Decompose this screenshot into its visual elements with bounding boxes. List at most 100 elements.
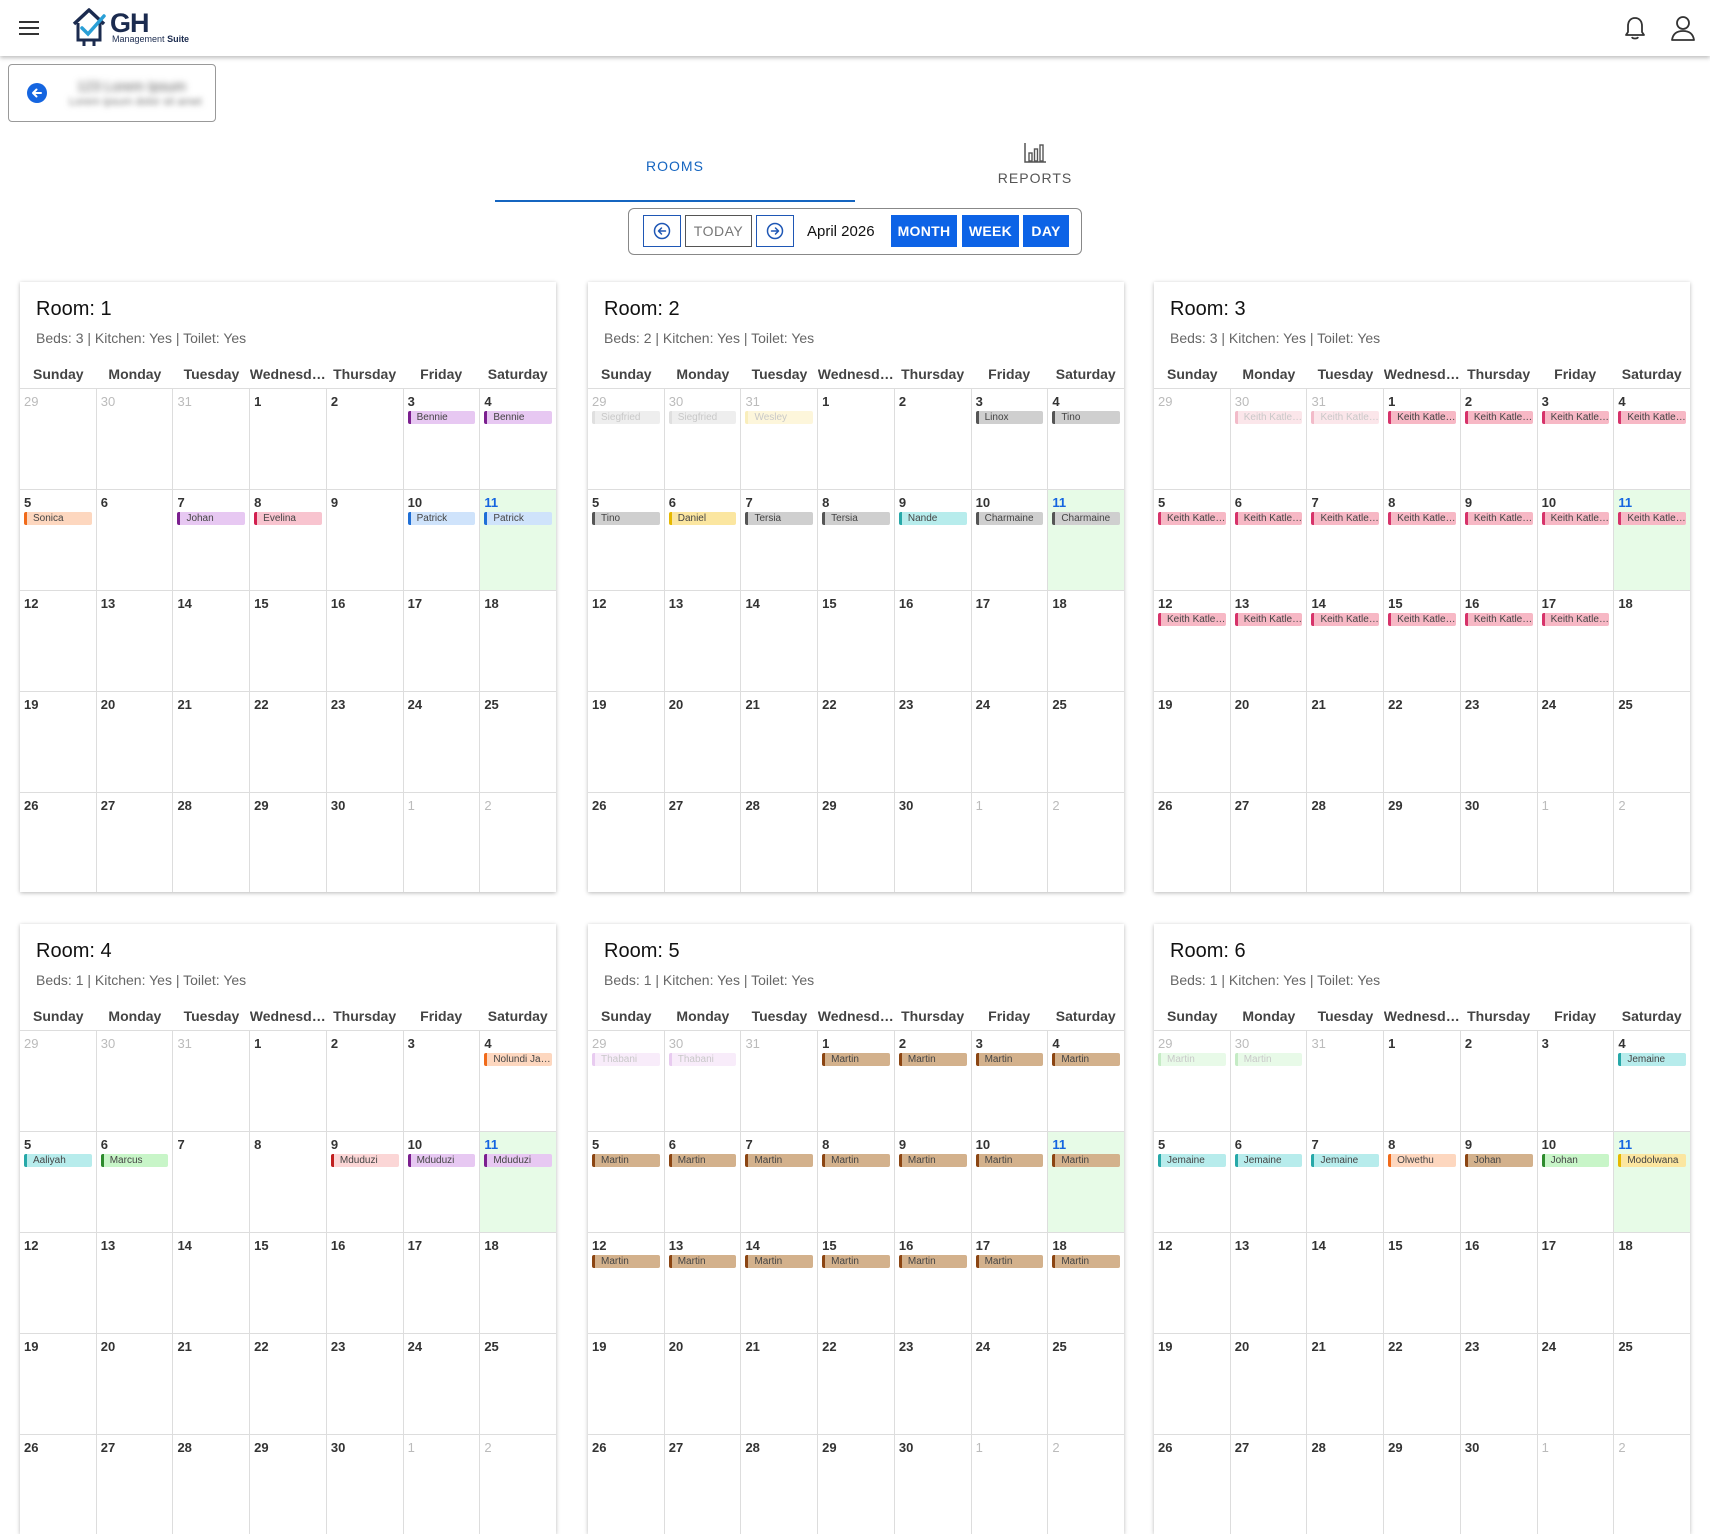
booking-event[interactable]: Keith Katlego	[1234, 613, 1303, 626]
booking-event[interactable]: Martin	[1052, 1154, 1121, 1167]
calendar-day-cell[interactable]: 27	[97, 1435, 174, 1534]
calendar-day-cell[interactable]: 7 Johan	[173, 490, 251, 590]
booking-event[interactable]: Martin	[668, 1154, 737, 1167]
calendar-day-cell[interactable]: 22	[1384, 1334, 1461, 1434]
calendar-day-cell[interactable]: 28	[173, 1435, 251, 1534]
booking-event[interactable]: Keith Katlego	[1388, 512, 1456, 525]
calendar-day-cell[interactable]: 5 Sonica	[20, 490, 97, 590]
calendar-day-cell[interactable]: 13	[1231, 1233, 1308, 1333]
booking-event[interactable]: Martin	[592, 1255, 660, 1268]
calendar-day-cell[interactable]: 29	[250, 1435, 327, 1534]
calendar-day-cell[interactable]: 16 Keith Katlego	[1461, 591, 1538, 691]
calendar-day-cell[interactable]: 1	[404, 1435, 481, 1534]
booking-event[interactable]: Mduduzi	[330, 1154, 399, 1167]
calendar-day-cell[interactable]: 15 Keith Katlego	[1384, 591, 1461, 691]
booking-event[interactable]: Martin	[822, 1255, 890, 1268]
day-view-button[interactable]: DAY	[1023, 215, 1069, 247]
calendar-day-cell[interactable]: 24	[972, 692, 1049, 792]
calendar-day-cell[interactable]: 12 Keith Katlego	[1154, 591, 1231, 691]
today-button[interactable]: TODAY	[685, 215, 752, 247]
calendar-day-cell[interactable]: 28	[741, 1435, 819, 1534]
calendar-day-cell[interactable]: 19	[588, 692, 665, 792]
calendar-day-cell[interactable]: 31	[173, 1031, 251, 1131]
booking-event[interactable]: Martin	[975, 1053, 1044, 1066]
booking-event[interactable]: Keith Katlego	[1234, 512, 1303, 525]
calendar-day-cell[interactable]: 13	[665, 591, 742, 691]
booking-event[interactable]: Johan	[1464, 1154, 1533, 1167]
calendar-day-cell[interactable]: 20	[97, 692, 174, 792]
calendar-day-cell[interactable]: 16	[327, 591, 404, 691]
calendar-day-cell[interactable]: 21	[1307, 1334, 1385, 1434]
calendar-day-cell[interactable]: 23	[895, 1334, 972, 1434]
calendar-day-cell[interactable]: 8 Martin	[818, 1132, 895, 1232]
calendar-day-cell[interactable]: 17	[404, 591, 481, 691]
calendar-day-cell[interactable]: 27	[1231, 793, 1308, 892]
calendar-day-cell[interactable]: 10 Patrick	[404, 490, 481, 590]
calendar-day-cell[interactable]: 26	[1154, 1435, 1231, 1534]
calendar-day-cell[interactable]: 9 Keith Katlego	[1461, 490, 1538, 590]
calendar-day-cell[interactable]: 8 Olwethu	[1384, 1132, 1461, 1232]
calendar-day-cell[interactable]: 9 Johan	[1461, 1132, 1538, 1232]
booking-event[interactable]: Keith Katlego	[1311, 411, 1380, 424]
booking-event[interactable]: Olwethu	[1388, 1154, 1456, 1167]
calendar-day-cell[interactable]: 2	[327, 1031, 404, 1131]
calendar-day-cell[interactable]: 31	[741, 1031, 819, 1131]
booking-event[interactable]: Wesley	[745, 411, 814, 424]
calendar-day-cell[interactable]: 29 Thabani	[588, 1031, 665, 1131]
calendar-day-cell[interactable]: 11 Modolwana	[1614, 1132, 1690, 1232]
calendar-day-cell[interactable]: 2	[327, 389, 404, 489]
calendar-day-cell[interactable]: 22	[250, 692, 327, 792]
calendar-day-cell[interactable]: 20	[1231, 1334, 1308, 1434]
tab-reports[interactable]: REPORTS	[855, 140, 1215, 200]
calendar-day-cell[interactable]: 19	[1154, 692, 1231, 792]
calendar-day-cell[interactable]: 29	[20, 389, 97, 489]
calendar-day-cell[interactable]: 2 Keith Katlego	[1461, 389, 1538, 489]
calendar-day-cell[interactable]: 4 Jemaine	[1614, 1031, 1690, 1131]
calendar-day-cell[interactable]: 1	[972, 793, 1049, 892]
calendar-day-cell[interactable]: 2	[480, 793, 556, 892]
bell-icon[interactable]	[1620, 13, 1650, 43]
calendar-day-cell[interactable]: 6 Daniel	[665, 490, 742, 590]
booking-event[interactable]: Keith Katlego	[1464, 613, 1533, 626]
booking-event[interactable]: Keith Katlego	[1388, 613, 1456, 626]
calendar-day-cell[interactable]: 1 Keith Katlego	[1384, 389, 1461, 489]
calendar-day-cell[interactable]: 12	[20, 591, 97, 691]
calendar-day-cell[interactable]: 8 Evelina	[250, 490, 327, 590]
calendar-day-cell[interactable]: 24	[404, 1334, 481, 1434]
booking-event[interactable]: Mduduzi	[484, 1154, 553, 1167]
booking-event[interactable]: Keith Katlego	[1618, 411, 1687, 424]
calendar-day-cell[interactable]: 31	[1307, 1031, 1385, 1131]
calendar-day-cell[interactable]: 1	[1384, 1031, 1461, 1131]
calendar-day-cell[interactable]: 9 Martin	[895, 1132, 972, 1232]
booking-event[interactable]: Patrick	[484, 512, 553, 525]
calendar-day-cell[interactable]: 5 Jemaine	[1154, 1132, 1231, 1232]
calendar-day-cell[interactable]: 15	[1384, 1233, 1461, 1333]
booking-event[interactable]: Siegfried	[592, 411, 660, 424]
booking-event[interactable]: Martin	[668, 1255, 737, 1268]
calendar-day-cell[interactable]: 2	[1048, 1435, 1124, 1534]
booking-event[interactable]: Martin	[745, 1255, 814, 1268]
calendar-day-cell[interactable]: 9	[327, 490, 404, 590]
app-logo[interactable]: GH Management Suite	[70, 4, 200, 50]
booking-event[interactable]: Johan	[1541, 1154, 1610, 1167]
calendar-day-cell[interactable]: 26	[1154, 793, 1231, 892]
calendar-day-cell[interactable]: 6	[97, 490, 174, 590]
calendar-day-cell[interactable]: 12	[1154, 1233, 1231, 1333]
booking-event[interactable]: Mduduzi	[407, 1154, 476, 1167]
calendar-day-cell[interactable]: 1	[404, 793, 481, 892]
booking-event[interactable]: Martin	[898, 1154, 967, 1167]
calendar-day-cell[interactable]: 3 Keith Katlego	[1538, 389, 1615, 489]
calendar-day-cell[interactable]: 22	[818, 1334, 895, 1434]
tab-rooms[interactable]: ROOMS	[495, 140, 855, 202]
calendar-day-cell[interactable]: 9 Nande	[895, 490, 972, 590]
calendar-day-cell[interactable]: 30	[1461, 793, 1538, 892]
booking-event[interactable]: Thabani	[668, 1053, 737, 1066]
calendar-day-cell[interactable]: 30	[1461, 1435, 1538, 1534]
booking-event[interactable]: Martin	[1234, 1053, 1303, 1066]
booking-event[interactable]: Martin	[898, 1053, 967, 1066]
calendar-day-cell[interactable]: 6 Keith Katlego	[1231, 490, 1308, 590]
calendar-day-cell[interactable]: 18	[1614, 591, 1690, 691]
booking-event[interactable]: Keith Katlego	[1158, 613, 1226, 626]
calendar-day-cell[interactable]: 17	[404, 1233, 481, 1333]
calendar-day-cell[interactable]: 14	[741, 591, 819, 691]
